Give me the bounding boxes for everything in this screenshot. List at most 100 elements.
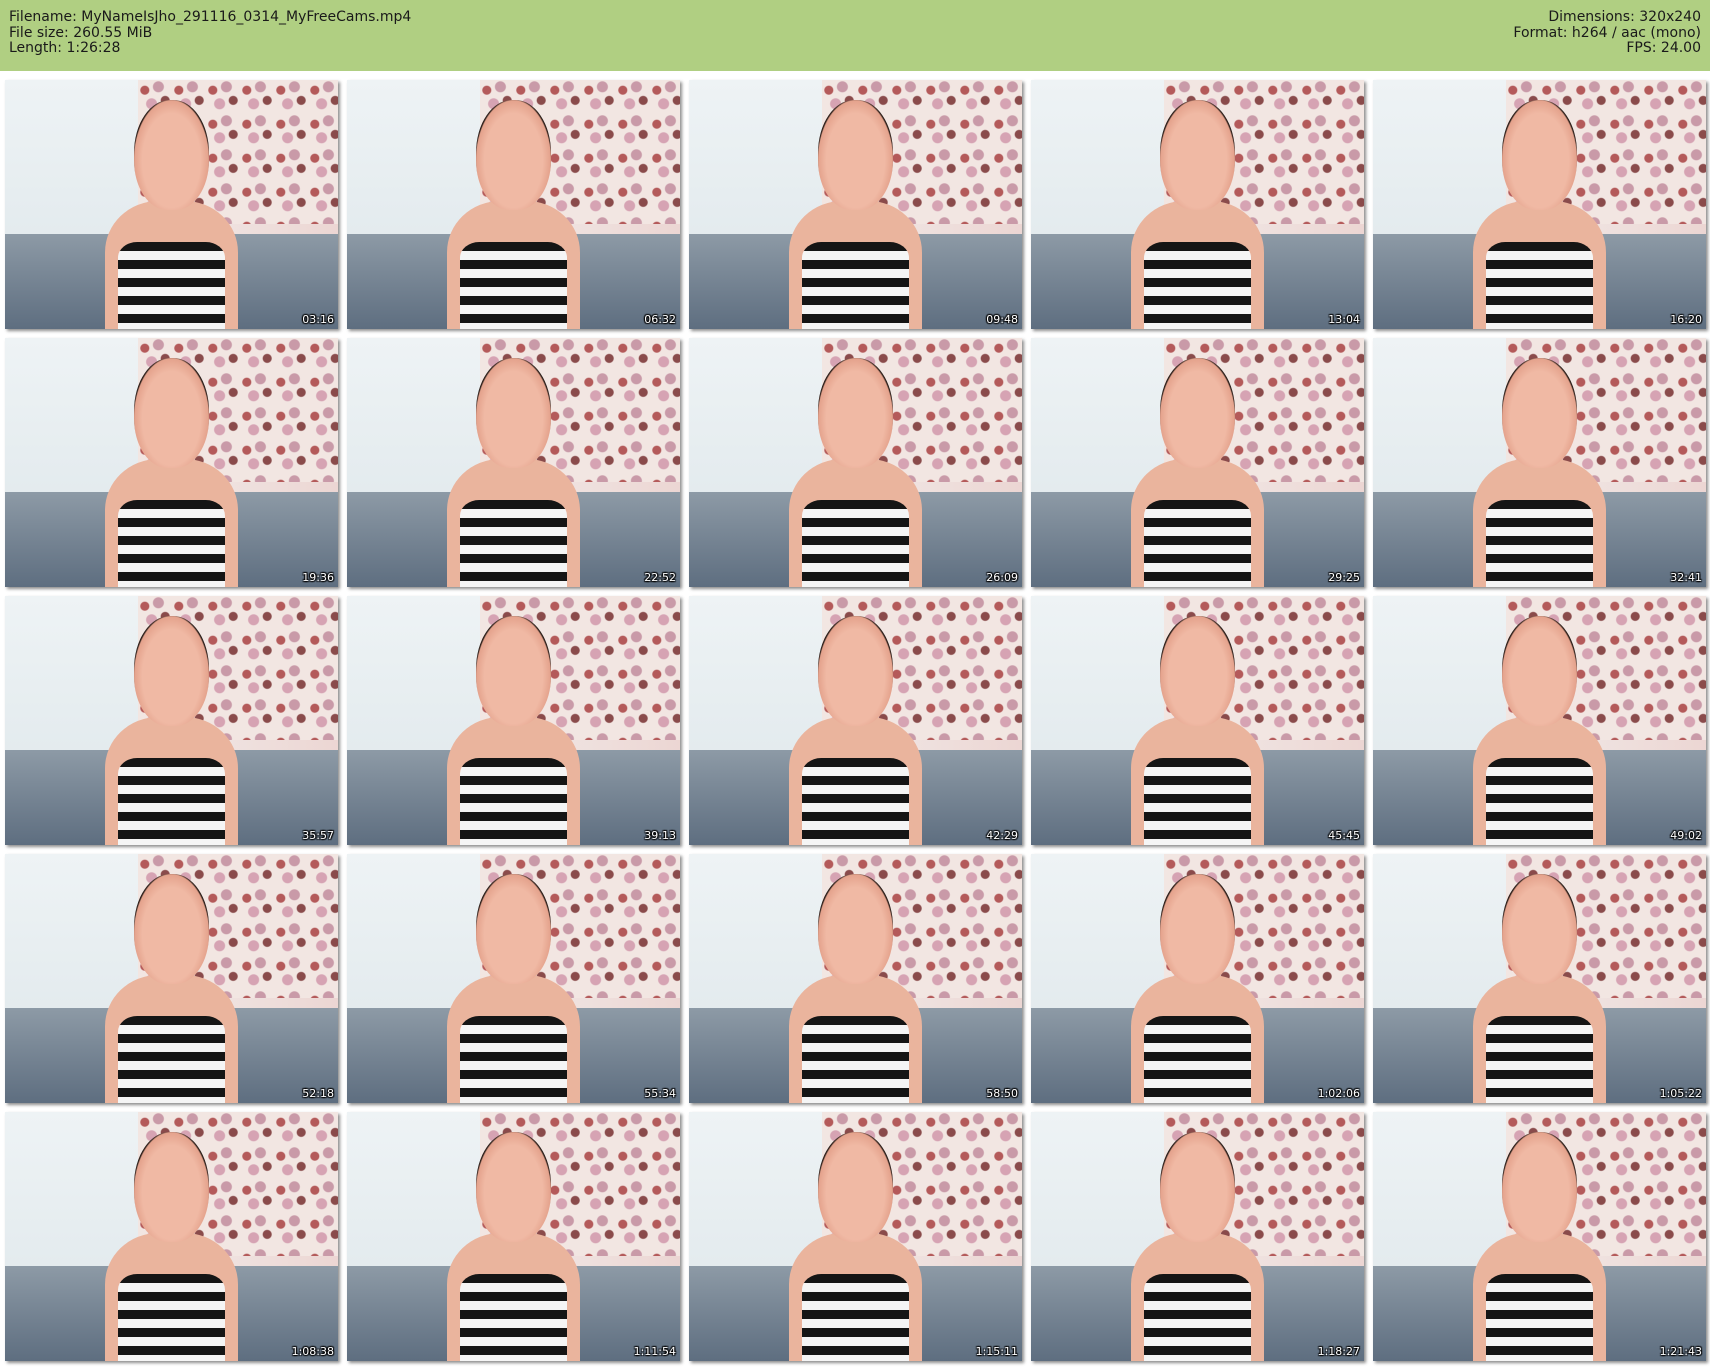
frame-person (1472, 873, 1607, 1103)
frame-person (1130, 357, 1265, 587)
video-frame-thumbnail: 1:11:54 (347, 1112, 680, 1361)
frame-person (1130, 873, 1265, 1103)
frame-person-head (1502, 615, 1577, 726)
frame-person-head (1502, 99, 1577, 210)
frame-timestamp: 45:45 (1328, 829, 1360, 842)
frame-person (446, 1131, 581, 1361)
frame-timestamp: 26:09 (986, 571, 1018, 584)
frame-striped-shirt (1144, 757, 1251, 845)
video-frame-thumbnail: 49:02 (1373, 596, 1706, 845)
frame-timestamp: 1:08:38 (291, 1345, 334, 1358)
frame-person-head (818, 357, 893, 468)
frame-timestamp: 1:18:27 (1317, 1345, 1360, 1358)
frame-timestamp: 09:48 (986, 313, 1018, 326)
frame-timestamp: 16:20 (1670, 313, 1702, 326)
frame-person-head (1160, 615, 1235, 726)
frame-timestamp: 42:29 (986, 829, 1018, 842)
frame-striped-shirt (118, 1015, 225, 1103)
frame-timestamp: 1:05:22 (1659, 1087, 1702, 1100)
video-frame-thumbnail: 1:15:11 (689, 1112, 1022, 1361)
frame-timestamp: 52:18 (302, 1087, 334, 1100)
frame-striped-shirt (118, 499, 225, 587)
frame-timestamp: 29:25 (1328, 571, 1360, 584)
frame-person (788, 1131, 923, 1361)
frame-person-head (134, 1131, 209, 1242)
frame-person (446, 99, 581, 329)
frame-person-head (1160, 873, 1235, 984)
video-frame-thumbnail: 1:02:06 (1031, 854, 1364, 1103)
thumbnail-grid: 03:16 06:32 09:48 13:04 16:20 19:36 22:52 26:09… (0, 0, 1710, 1370)
frame-person-head (818, 1131, 893, 1242)
frame-timestamp: 1:15:11 (975, 1345, 1018, 1358)
video-frame-thumbnail: 52:18 (5, 854, 338, 1103)
frame-person (446, 615, 581, 845)
video-frame-thumbnail: 13:04 (1031, 80, 1364, 329)
frame-person-head (134, 873, 209, 984)
frame-person (104, 1131, 239, 1361)
frame-striped-shirt (118, 241, 225, 329)
video-frame-thumbnail: 1:05:22 (1373, 854, 1706, 1103)
frame-timestamp: 1:21:43 (1659, 1345, 1702, 1358)
frame-striped-shirt (1144, 1015, 1251, 1103)
frame-person (104, 873, 239, 1103)
frame-person-head (1502, 1131, 1577, 1242)
frame-timestamp: 13:04 (1328, 313, 1360, 326)
frame-person-head (134, 99, 209, 210)
frame-person-head (476, 1131, 551, 1242)
frame-person-head (1160, 99, 1235, 210)
frame-timestamp: 58:50 (986, 1087, 1018, 1100)
frame-person-head (1160, 1131, 1235, 1242)
video-frame-thumbnail: 58:50 (689, 854, 1022, 1103)
frame-person (1130, 99, 1265, 329)
frame-person (1472, 357, 1607, 587)
frame-striped-shirt (1486, 499, 1593, 587)
frame-timestamp: 06:32 (644, 313, 676, 326)
frame-timestamp: 32:41 (1670, 571, 1702, 584)
frame-striped-shirt (1144, 1273, 1251, 1361)
video-frame-thumbnail: 1:08:38 (5, 1112, 338, 1361)
video-frame-thumbnail: 06:32 (347, 80, 680, 329)
frame-person (1472, 615, 1607, 845)
frame-person (788, 873, 923, 1103)
frame-person-head (1502, 873, 1577, 984)
video-frame-thumbnail: 16:20 (1373, 80, 1706, 329)
frame-striped-shirt (460, 1015, 567, 1103)
video-frame-thumbnail: 1:21:43 (1373, 1112, 1706, 1361)
frame-timestamp: 55:34 (644, 1087, 676, 1100)
frame-person-head (818, 873, 893, 984)
frame-striped-shirt (460, 1273, 567, 1361)
frame-striped-shirt (118, 1273, 225, 1361)
frame-person (1130, 1131, 1265, 1361)
frame-timestamp: 03:16 (302, 313, 334, 326)
frame-person-head (476, 357, 551, 468)
frame-striped-shirt (802, 241, 909, 329)
video-frame-thumbnail: 42:29 (689, 596, 1022, 845)
frame-person-head (818, 99, 893, 210)
frame-timestamp: 35:57 (302, 829, 334, 842)
frame-person-head (1160, 357, 1235, 468)
frame-striped-shirt (802, 1273, 909, 1361)
frame-striped-shirt (460, 241, 567, 329)
video-frame-thumbnail: 32:41 (1373, 338, 1706, 587)
frame-timestamp: 49:02 (1670, 829, 1702, 842)
frame-person-head (476, 99, 551, 210)
frame-person-head (476, 615, 551, 726)
frame-person (788, 357, 923, 587)
video-frame-thumbnail: 29:25 (1031, 338, 1364, 587)
frame-striped-shirt (460, 499, 567, 587)
frame-person (104, 357, 239, 587)
frame-person-head (134, 615, 209, 726)
video-frame-thumbnail: 45:45 (1031, 596, 1364, 845)
frame-timestamp: 1:02:06 (1317, 1087, 1360, 1100)
frame-striped-shirt (802, 1015, 909, 1103)
frame-striped-shirt (1144, 241, 1251, 329)
frame-striped-shirt (118, 757, 225, 845)
frame-person-head (134, 357, 209, 468)
frame-person-head (476, 873, 551, 984)
frame-person (104, 99, 239, 329)
frame-person-head (818, 615, 893, 726)
video-frame-thumbnail: 55:34 (347, 854, 680, 1103)
video-frame-thumbnail: 26:09 (689, 338, 1022, 587)
frame-timestamp: 1:11:54 (633, 1345, 676, 1358)
frame-striped-shirt (802, 757, 909, 845)
